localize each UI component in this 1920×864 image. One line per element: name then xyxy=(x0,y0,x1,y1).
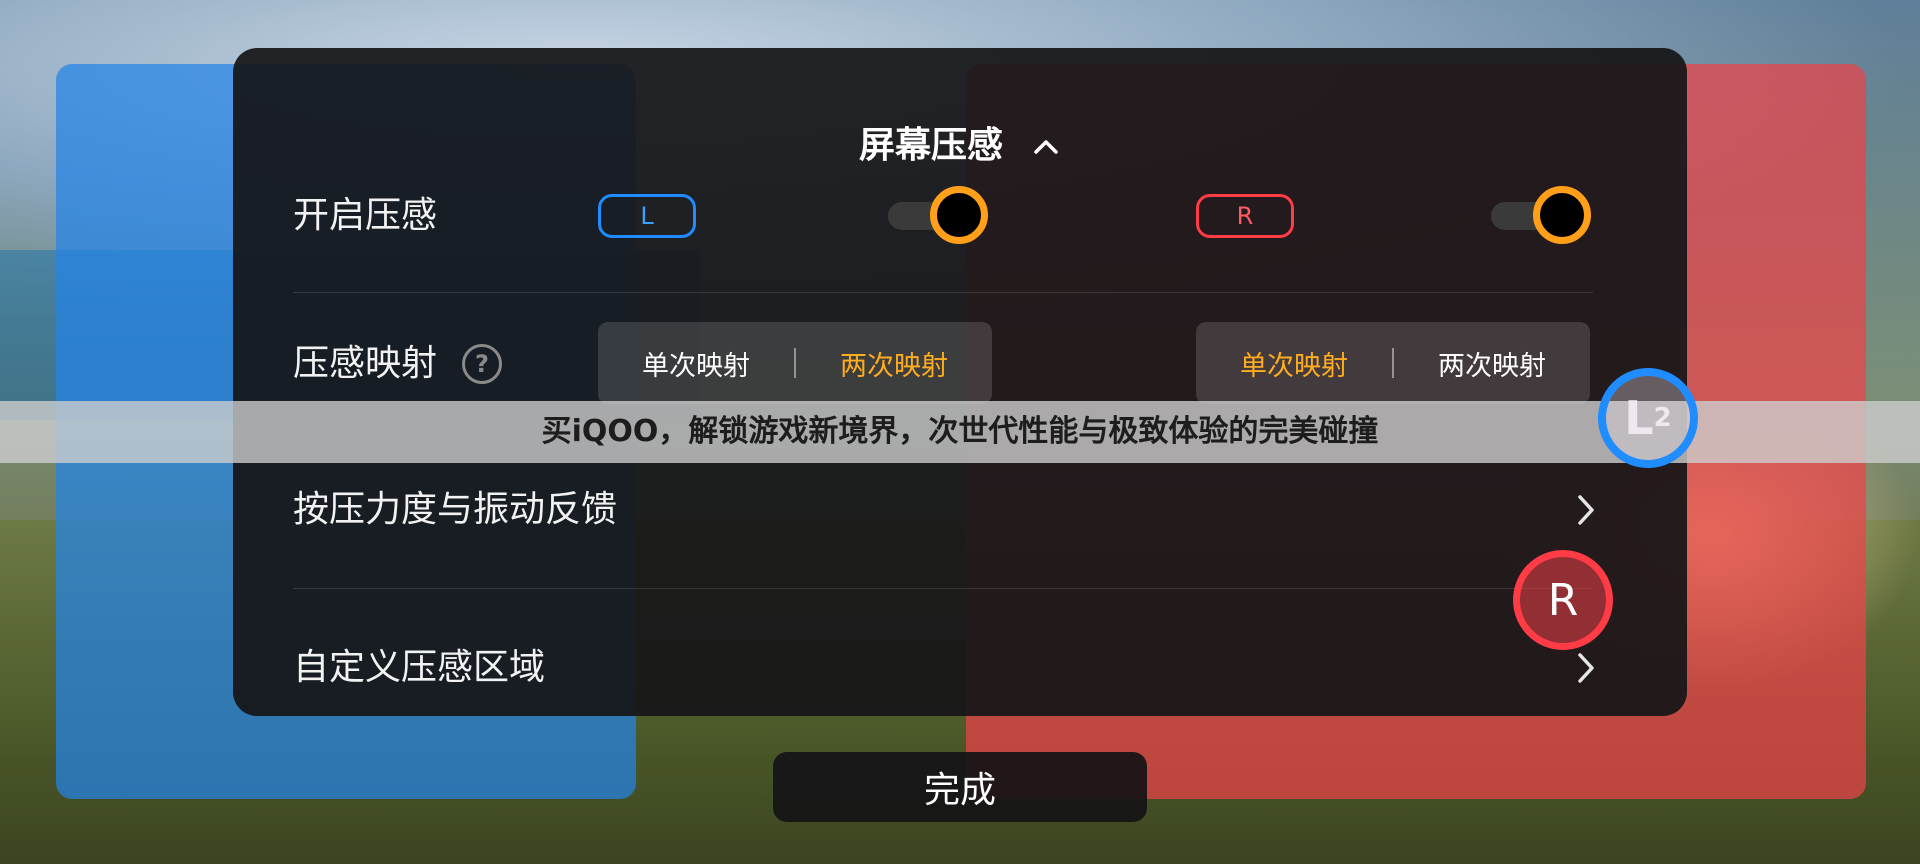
right-double-mapping-option[interactable]: 两次映射 xyxy=(1394,344,1590,383)
chevron-right-icon xyxy=(1578,495,1594,525)
l2-subscript: 2 xyxy=(1653,403,1672,433)
custom-area-label: 自定义压感区域 xyxy=(293,647,546,688)
dialog-title: 屏幕压感 xyxy=(858,125,1003,166)
enable-pressure-label: 开启压感 xyxy=(293,195,438,236)
left-pressure-toggle[interactable] xyxy=(888,186,988,246)
right-key-badge: R xyxy=(1196,194,1294,238)
r-label: R xyxy=(1547,574,1579,626)
l2-label: L xyxy=(1624,391,1654,445)
r-trigger-button[interactable]: R xyxy=(1513,550,1613,650)
divider xyxy=(293,588,1593,589)
toggle-knob xyxy=(1533,186,1591,244)
dialog-header[interactable]: 屏幕压感 xyxy=(233,124,1687,168)
left-double-mapping-option[interactable]: 两次映射 xyxy=(796,344,992,383)
done-button[interactable]: 完成 xyxy=(773,752,1147,822)
left-mapping-selector: 单次映射 两次映射 xyxy=(598,322,992,404)
left-key-badge: L xyxy=(598,194,696,238)
help-icon[interactable]: ? xyxy=(462,344,502,384)
pressure-vibration-label: 按压力度与振动反馈 xyxy=(293,489,618,530)
right-pressure-toggle[interactable] xyxy=(1491,186,1591,246)
chevron-up-icon[interactable] xyxy=(1031,131,1061,161)
l2-trigger-button[interactable]: L2 xyxy=(1598,368,1698,468)
chevron-right-icon xyxy=(1578,653,1594,683)
pressure-mapping-label: 压感映射 xyxy=(293,343,438,384)
left-single-mapping-option[interactable]: 单次映射 xyxy=(598,344,794,383)
divider xyxy=(293,292,1593,293)
screen-pressure-dialog: 屏幕压感 开启压感 L R 压感映射 ? 单次映射 两次映射 单次映射 两次映射… xyxy=(233,48,1687,716)
right-mapping-selector: 单次映射 两次映射 xyxy=(1196,322,1590,404)
right-single-mapping-option[interactable]: 单次映射 xyxy=(1196,344,1392,383)
toggle-knob xyxy=(930,186,988,244)
